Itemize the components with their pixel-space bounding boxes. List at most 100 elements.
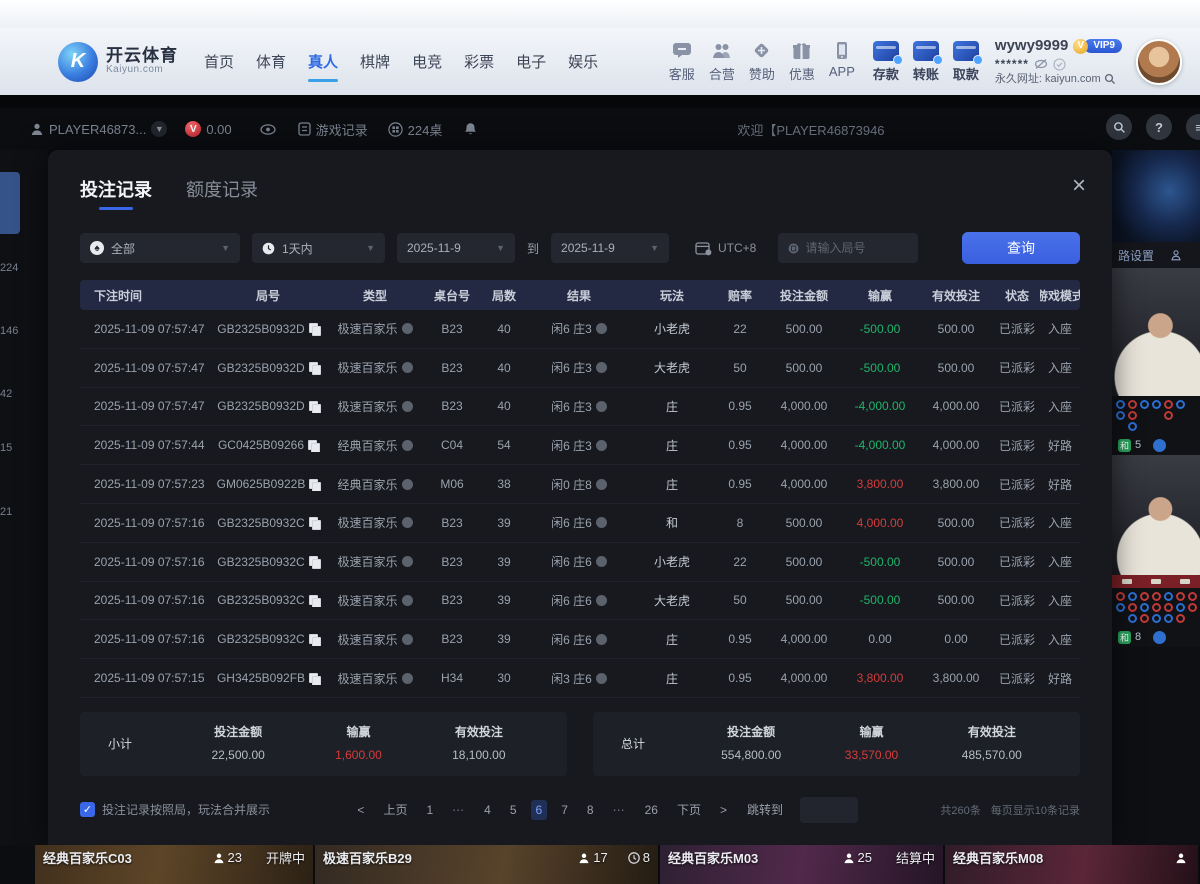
result-detail-icon[interactable] — [596, 362, 607, 373]
cell-odds-value: 0.95 — [728, 632, 751, 646]
wallet-link-转账[interactable]: 转账 — [913, 41, 939, 83]
magnifier-icon[interactable] — [1104, 73, 1116, 85]
result-detail-icon[interactable] — [596, 401, 607, 412]
copy-icon[interactable] — [309, 556, 319, 567]
copy-icon[interactable] — [309, 634, 319, 645]
quick-link-APP[interactable]: APP — [829, 41, 855, 83]
menu-item-0[interactable]: 首页 — [204, 45, 234, 78]
search-circle-button[interactable] — [1106, 114, 1132, 140]
more-circle-button[interactable]: ≡ — [1186, 114, 1200, 140]
sidebar-selected-item[interactable] — [0, 172, 20, 234]
toggle-balance-visibility[interactable] — [260, 124, 276, 135]
notifications[interactable] — [464, 122, 477, 136]
live-table-tile[interactable]: 经典百家乐C0323开牌中 — [35, 845, 315, 884]
live-table-tile[interactable]: 经典百家乐M08 — [945, 845, 1200, 884]
menu-item-1[interactable]: 体育 — [256, 45, 286, 78]
copy-icon[interactable] — [309, 595, 319, 606]
result-detail-icon[interactable] — [596, 440, 607, 451]
balance-display[interactable]: V 0.00 — [185, 121, 231, 137]
result-detail-icon[interactable] — [596, 556, 607, 567]
road-settings-label: 路设置 — [1118, 247, 1154, 264]
road-ring — [1140, 603, 1149, 612]
tab-quota-records[interactable]: 额度记录 — [186, 176, 258, 210]
copy-icon[interactable] — [309, 517, 319, 528]
user-block[interactable]: wywy9999 V VIP9 ****** 永久网址: kaiyun.com — [995, 37, 1122, 87]
live-table-tile[interactable]: 极速百家乐B29178 — [315, 845, 660, 884]
menu-item-3[interactable]: 棋牌 — [360, 45, 390, 78]
eye-off-icon[interactable] — [1034, 58, 1048, 70]
result-detail-icon[interactable] — [596, 673, 607, 684]
page-button-26[interactable]: 26 — [640, 800, 663, 820]
quick-link-优惠[interactable]: 优惠 — [789, 41, 815, 83]
copy-icon[interactable] — [309, 323, 319, 334]
copy-icon[interactable] — [308, 440, 318, 451]
round-search-box[interactable] — [778, 233, 918, 263]
menu-item-6[interactable]: 电子 — [516, 45, 546, 78]
tile-countdown: 8 — [628, 850, 650, 865]
page-button-4[interactable]: 4 — [479, 800, 496, 820]
jump-to-input[interactable] — [800, 797, 858, 823]
timezone-display[interactable]: UTC+8 — [695, 241, 756, 256]
result-detail-icon[interactable] — [596, 634, 607, 645]
date-from-select[interactable]: 2025-11-9 ▼ — [397, 233, 515, 263]
quick-link-赞助[interactable]: 赞助 — [749, 41, 775, 83]
dealer-video-2[interactable] — [1112, 455, 1200, 575]
menu-item-7[interactable]: 娱乐 — [568, 45, 598, 78]
result-detail-icon[interactable] — [596, 323, 607, 334]
road-settings-row[interactable]: 路设置 — [1112, 242, 1200, 268]
date-to-select[interactable]: 2025-11-9 ▼ — [551, 233, 669, 263]
copy-icon[interactable] — [309, 401, 319, 412]
menu-item-4[interactable]: 电竞 — [412, 45, 442, 78]
page-button-8[interactable]: 8 — [582, 800, 599, 820]
tables-count[interactable]: 224桌 — [388, 120, 443, 139]
quick-link-合营[interactable]: 合营 — [709, 41, 735, 83]
dealer-video-1[interactable] — [1112, 268, 1200, 396]
cell-round: GB2325B0932D — [210, 399, 326, 413]
game-record-link[interactable]: 游戏记录 — [298, 120, 368, 139]
table-preview-video[interactable] — [1112, 150, 1200, 242]
page-button-7[interactable]: 7 — [556, 800, 573, 820]
wallet-link-存款[interactable]: 存款 — [873, 41, 899, 83]
tab-bet-records[interactable]: 投注记录 — [80, 176, 152, 210]
next-page-button[interactable]: 下页 — [672, 798, 706, 821]
time-range-select[interactable]: 1天内 ▼ — [252, 233, 385, 263]
cell-type: 极速百家乐 — [326, 398, 424, 415]
total-bet-label: 投注金额 — [691, 721, 811, 744]
help-circle-button[interactable]: ? — [1146, 114, 1172, 140]
query-button[interactable]: 查询 — [962, 232, 1080, 264]
player-menu[interactable]: PLAYER46873... ▼ — [30, 121, 167, 137]
cell-win: -4,000.00 — [842, 399, 918, 413]
copy-icon[interactable] — [309, 362, 319, 373]
refresh-check-icon[interactable] — [1053, 58, 1066, 71]
next-arrow[interactable]: > — [715, 800, 732, 820]
user-avatar[interactable] — [1136, 39, 1182, 85]
result-detail-icon[interactable] — [596, 479, 607, 490]
cell-odds: 0.95 — [714, 632, 766, 646]
close-icon[interactable]: × — [1072, 174, 1086, 198]
menu-item-5[interactable]: 彩票 — [464, 45, 494, 78]
page-button-6[interactable]: 6 — [531, 800, 548, 820]
prev-page-button[interactable]: 上页 — [378, 798, 412, 821]
merge-checkbox[interactable]: ✓ — [80, 802, 95, 817]
game-category-select[interactable]: ♠ 全部 ▼ — [80, 233, 240, 263]
roadmap-2[interactable] — [1112, 588, 1200, 627]
cell-mode: 好路 — [1040, 670, 1080, 687]
road-ring — [1116, 614, 1125, 623]
round-search-input[interactable] — [806, 241, 909, 255]
page-button-1[interactable]: 1 — [421, 800, 438, 820]
page-button-5[interactable]: 5 — [505, 800, 522, 820]
brand-logo[interactable]: K 开云体育 Kaiyun.com — [58, 42, 178, 82]
result-detail-icon[interactable] — [596, 517, 607, 528]
cell-play-value: 庄 — [666, 476, 678, 493]
roadmap-1[interactable] — [1112, 396, 1200, 435]
copy-icon[interactable] — [309, 479, 319, 490]
quick-link-label: 优惠 — [789, 64, 815, 83]
menu-item-2[interactable]: 真人 — [308, 45, 338, 78]
prev-arrow[interactable]: < — [352, 800, 369, 820]
wallet-link-取款[interactable]: 取款 — [953, 41, 979, 83]
copy-icon[interactable] — [309, 673, 319, 684]
live-table-tile[interactable]: 经典百家乐M0325结算中 — [660, 845, 945, 884]
strip-spacer — [0, 845, 35, 884]
quick-link-客服[interactable]: 客服 — [669, 41, 695, 83]
result-detail-icon[interactable] — [596, 595, 607, 606]
